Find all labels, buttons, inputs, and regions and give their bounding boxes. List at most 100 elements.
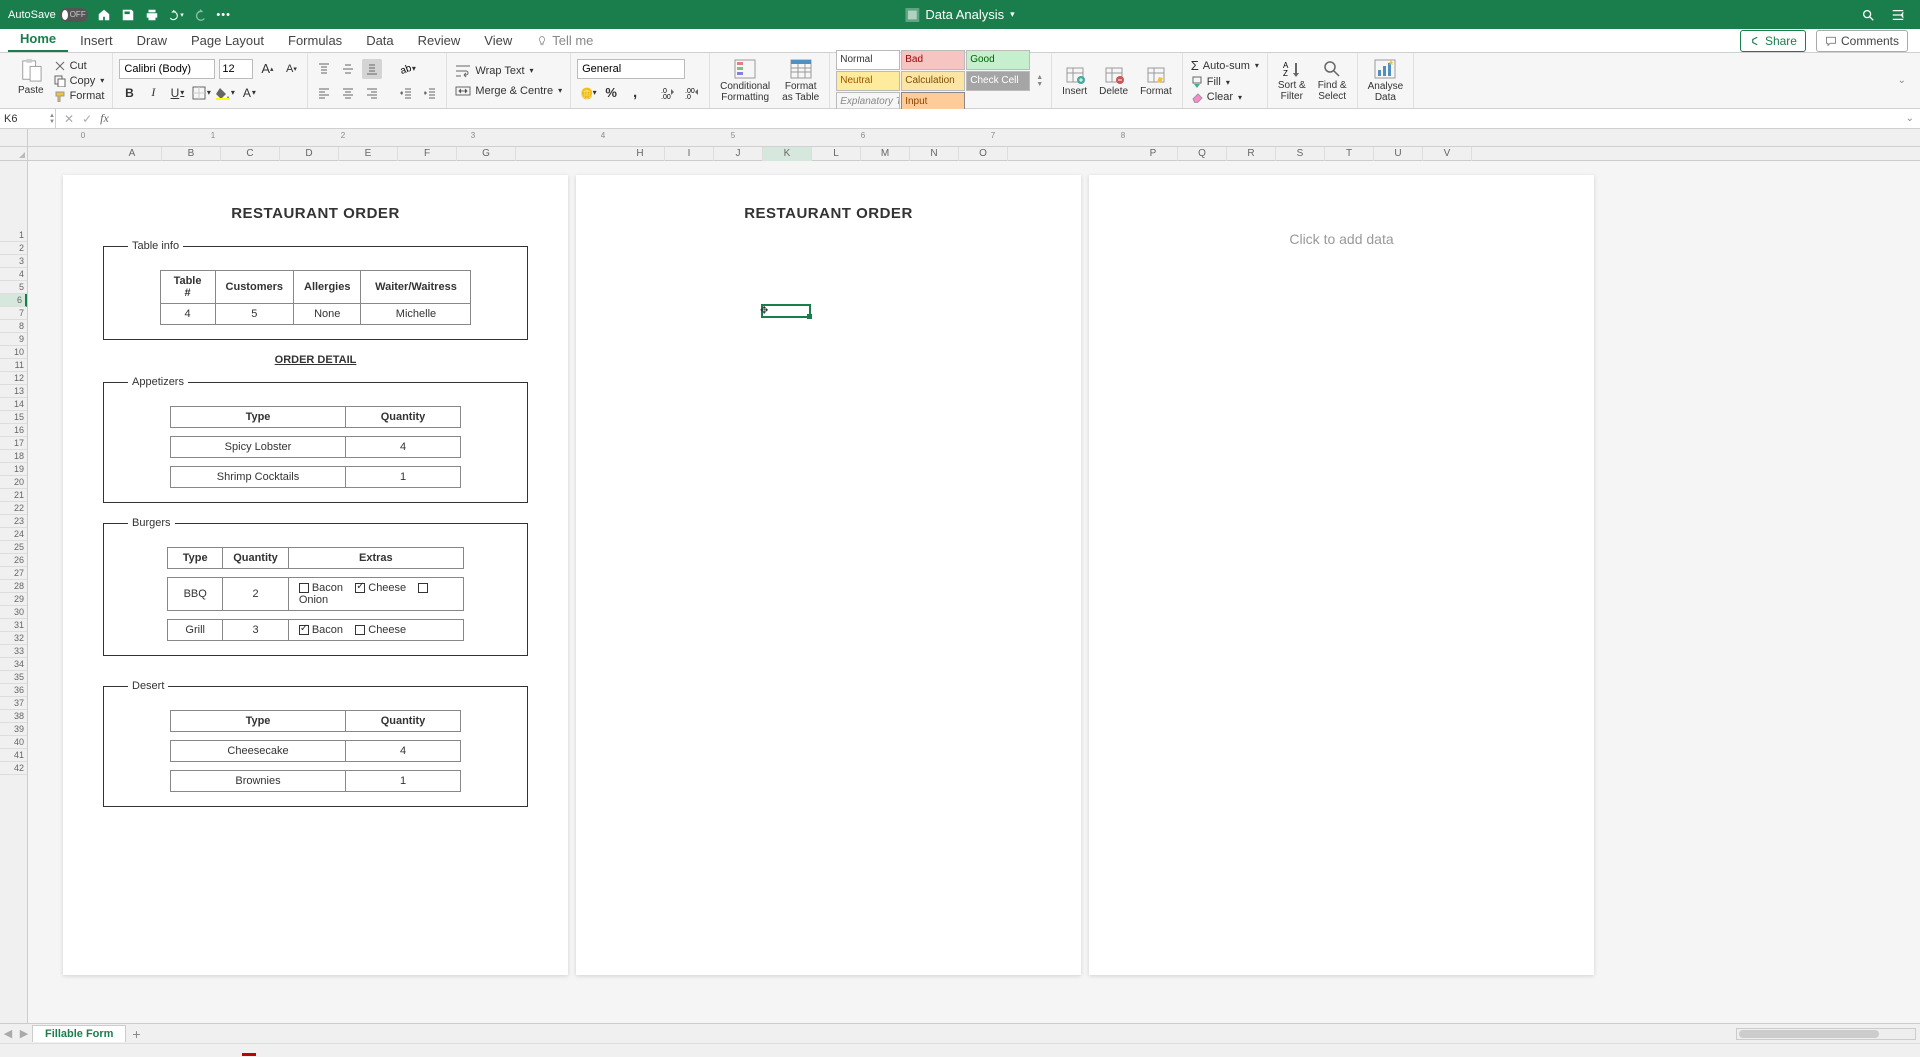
align-bottom-button[interactable] (362, 59, 382, 79)
checkbox-cheese-0[interactable] (355, 583, 365, 593)
row-header-14[interactable]: 14 (0, 398, 27, 411)
row-header-28[interactable]: 28 (0, 580, 27, 593)
row-header-11[interactable]: 11 (0, 359, 27, 372)
col-header-S[interactable]: S (1276, 147, 1325, 161)
row-header-31[interactable]: 31 (0, 619, 27, 632)
search-icon[interactable] (1860, 7, 1876, 23)
col-header-E[interactable]: E (339, 147, 398, 161)
selected-cell[interactable]: ✥ (761, 304, 811, 318)
format-cells-button[interactable]: Format (1136, 65, 1176, 97)
increase-decimal-button[interactable]: .0.00 (659, 83, 679, 103)
add-sheet-button[interactable]: + (126, 1026, 146, 1042)
cell-burger-extras-1[interactable]: Bacon Cheese (288, 620, 463, 641)
formula-expand-button[interactable]: ⌄ (1900, 113, 1920, 124)
font-color-button[interactable]: A▾ (239, 83, 259, 103)
row-header-2[interactable]: 2 (0, 242, 27, 255)
row-header-37[interactable]: 37 (0, 697, 27, 710)
column-headers[interactable]: ABCDEFGHIJKLMNOPQRSTUV (28, 147, 1920, 161)
row-header-1[interactable]: 1 (0, 229, 27, 242)
col-header-T[interactable]: T (1325, 147, 1374, 161)
cell-styles-gallery[interactable]: Normal Bad Good Neutral Calculation Chec… (836, 50, 1030, 112)
autosave-toggle[interactable]: AutoSave OFF (8, 8, 88, 22)
add-data-placeholder[interactable]: Click to add data (1089, 231, 1594, 247)
fill-button[interactable]: Fill▾ (1189, 75, 1261, 89)
format-as-table-button[interactable]: Format as Table (778, 58, 823, 103)
cell-burger-qty-0[interactable]: 2 (223, 578, 289, 611)
currency-button[interactable]: 🪙▾ (577, 83, 597, 103)
row-header-27[interactable]: 27 (0, 567, 27, 580)
col-header-J[interactable]: J (714, 147, 763, 161)
col-header-P[interactable]: P (1129, 147, 1178, 161)
insert-cells-button[interactable]: Insert (1058, 65, 1091, 97)
sheet-tab-active[interactable]: Fillable Form (32, 1025, 126, 1042)
row-header-12[interactable]: 12 (0, 372, 27, 385)
row-header-3[interactable]: 3 (0, 255, 27, 268)
checkbox-cheese-1[interactable] (355, 625, 365, 635)
col-header-G[interactable]: G (457, 147, 516, 161)
cell-burger-type-1[interactable]: Grill (168, 620, 223, 641)
row-header-35[interactable]: 35 (0, 671, 27, 684)
row-header-30[interactable]: 30 (0, 606, 27, 619)
row-header-17[interactable]: 17 (0, 437, 27, 450)
col-header-L[interactable]: L (812, 147, 861, 161)
merge-center-button[interactable]: Merge & Centre▾ (453, 83, 564, 99)
cell-waiter[interactable]: Michelle (361, 304, 471, 325)
row-header-32[interactable]: 32 (0, 632, 27, 645)
row-header-4[interactable]: 4 (0, 268, 27, 281)
enter-formula-icon[interactable]: ✓ (82, 112, 92, 126)
row-header-24[interactable]: 24 (0, 528, 27, 541)
row-header-18[interactable]: 18 (0, 450, 27, 463)
print-icon[interactable] (144, 7, 160, 23)
conditional-formatting-button[interactable]: Conditional Formatting (716, 58, 774, 103)
col-header-R[interactable]: R (1227, 147, 1276, 161)
row-header-34[interactable]: 34 (0, 658, 27, 671)
align-left-button[interactable] (314, 83, 334, 103)
row-header-10[interactable]: 10 (0, 346, 27, 359)
col-header-V[interactable]: V (1423, 147, 1472, 161)
row-header-9[interactable]: 9 (0, 333, 27, 346)
col-header-O[interactable]: O (959, 147, 1008, 161)
checkbox-onion-0[interactable] (418, 583, 428, 593)
tab-insert[interactable]: Insert (68, 29, 125, 52)
style-good[interactable]: Good (966, 50, 1030, 70)
analyse-data-button[interactable]: Analyse Data (1364, 58, 1408, 103)
row-header-25[interactable]: 25 (0, 541, 27, 554)
decrease-decimal-button[interactable]: .00.0 (683, 83, 703, 103)
borders-button[interactable]: ▾ (191, 83, 211, 103)
decrease-indent-button[interactable] (396, 83, 416, 103)
row-header-8[interactable]: 8 (0, 320, 27, 333)
align-right-button[interactable] (362, 83, 382, 103)
cell-app-type-0[interactable]: Spicy Lobster (171, 437, 346, 458)
more-icon[interactable]: ••• (216, 7, 232, 23)
number-format-select[interactable] (577, 59, 685, 79)
name-box[interactable]: K6 ▲▼ (0, 109, 56, 128)
col-header-D[interactable]: D (280, 147, 339, 161)
align-center-button[interactable] (338, 83, 358, 103)
page-3[interactable]: Click to add data (1089, 175, 1594, 975)
col-header-N[interactable]: N (910, 147, 959, 161)
bold-button[interactable]: B (119, 83, 139, 103)
italic-button[interactable]: I (143, 83, 163, 103)
col-header-H[interactable]: H (616, 147, 665, 161)
row-header-7[interactable]: 7 (0, 307, 27, 320)
cell-desert-type-0[interactable]: Cheesecake (171, 741, 346, 762)
col-header-C[interactable]: C (221, 147, 280, 161)
select-all-corner[interactable] (0, 147, 28, 161)
styles-scroll-down[interactable]: ▼ (1036, 81, 1043, 88)
row-header-16[interactable]: 16 (0, 424, 27, 437)
cell-app-qty-0[interactable]: 4 (346, 437, 461, 458)
tab-home[interactable]: Home (8, 27, 68, 52)
redo-icon[interactable] (192, 7, 208, 23)
tab-draw[interactable]: Draw (125, 29, 179, 52)
sheet-nav-prev[interactable]: ◀ (0, 1027, 16, 1040)
sheet-nav-next[interactable]: ▶ (16, 1027, 32, 1040)
style-normal[interactable]: Normal (836, 50, 900, 70)
copy-button[interactable]: Copy▾ (52, 74, 107, 88)
row-header-21[interactable]: 21 (0, 489, 27, 502)
checkbox-bacon-1[interactable] (299, 625, 309, 635)
font-name-select[interactable] (119, 59, 215, 79)
style-neutral[interactable]: Neutral (836, 71, 900, 91)
style-bad[interactable]: Bad (901, 50, 965, 70)
tell-me[interactable]: Tell me (524, 29, 605, 52)
cell-desert-qty-0[interactable]: 4 (346, 741, 461, 762)
